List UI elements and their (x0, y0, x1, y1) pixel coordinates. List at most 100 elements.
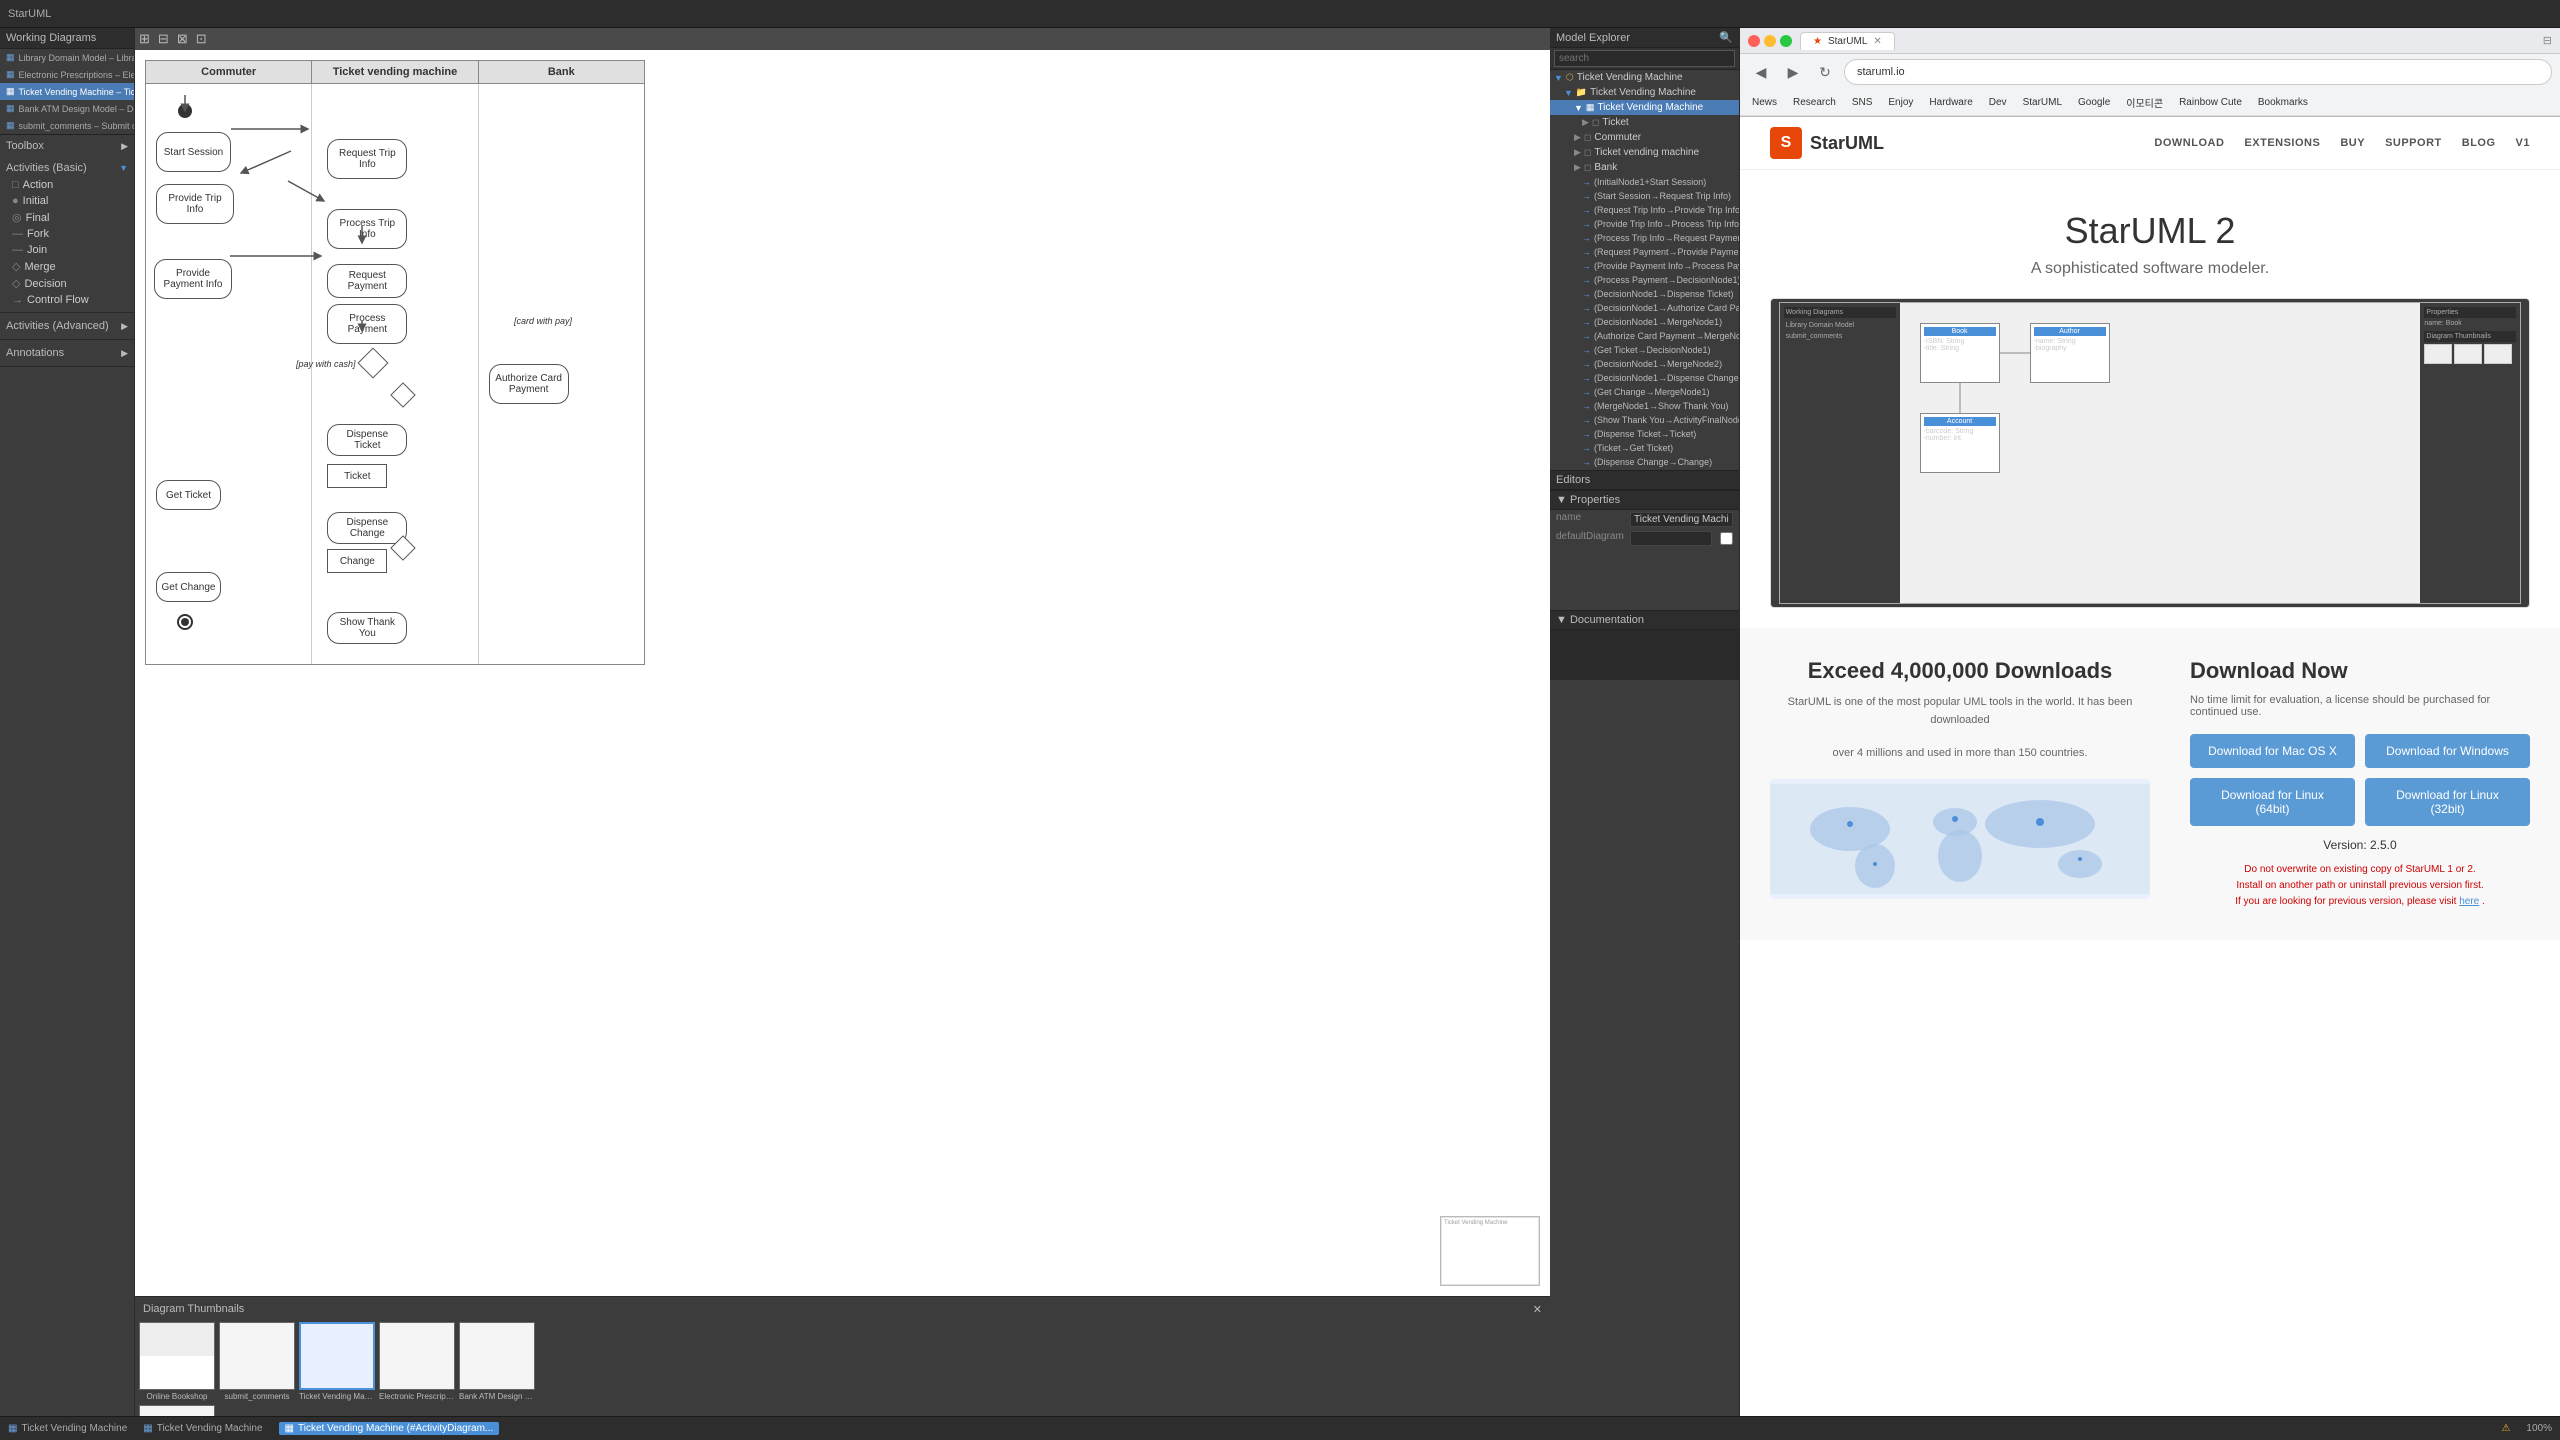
status-item-2[interactable]: ▦ Ticket Vending Machine (143, 1423, 262, 1434)
status-item-3[interactable]: ▦ Ticket Vending Machine (#ActivityDiagr… (279, 1422, 500, 1435)
tree-item-22[interactable]: → (Get Change→MergeNode1) (1550, 385, 1739, 399)
tree-item-8[interactable]: → (Start Session→Request Trip Info) (1550, 189, 1739, 203)
browser-reload-btn[interactable]: ↻ (1812, 59, 1838, 85)
browser-back-btn[interactable]: ◀ (1748, 59, 1774, 85)
documentation-textarea[interactable] (1550, 630, 1739, 680)
initial-node[interactable] (178, 104, 192, 118)
tree-item-20[interactable]: → (DecisionNode1→MergeNode2) (1550, 357, 1739, 371)
thumbnails-close[interactable]: ✕ (1533, 1303, 1542, 1316)
thumb-5[interactable]: Bank ATM Design Mode... (459, 1322, 535, 1401)
thumb-4[interactable]: Electronic Prescriptions (379, 1322, 455, 1401)
nav-v1[interactable]: V1 (2516, 137, 2530, 149)
merge-node-2[interactable] (394, 539, 412, 557)
bm-news[interactable]: News (1746, 95, 1783, 110)
nav-support[interactable]: SUPPORT (2385, 137, 2442, 149)
tree-item-14[interactable]: → (Process Payment→DecisionNode1) (1550, 273, 1739, 287)
bm-research[interactable]: Research (1787, 95, 1842, 110)
activities-basic-header[interactable]: Activities (Basic) ▼ (0, 159, 134, 177)
node-change[interactable]: Change (327, 549, 387, 573)
prop-default-checkbox[interactable] (1720, 531, 1733, 546)
tree-item-0[interactable]: ▼ ⬡ Ticket Vending Machine (1550, 70, 1739, 85)
bm-sns[interactable]: SNS (1846, 95, 1879, 110)
nav-extensions[interactable]: EXTENSIONS (2244, 137, 2320, 149)
canvas-icon-4[interactable]: ⊡ (196, 31, 207, 47)
btn-download-win[interactable]: Download for Windows (2365, 734, 2530, 768)
canvas-icon-2[interactable]: ⊟ (158, 31, 169, 47)
browser-url-input[interactable] (1844, 59, 2552, 85)
btn-download-mac[interactable]: Download for Mac OS X (2190, 734, 2355, 768)
canvas-icon-3[interactable]: ⊠ (177, 31, 188, 47)
tool-initial[interactable]: ● Initial (0, 193, 134, 209)
activities-advanced-header[interactable]: Activities (Advanced) ▶ (0, 317, 134, 335)
final-node[interactable] (177, 614, 193, 630)
tool-merge[interactable]: ◇ Merge (0, 258, 134, 275)
nav-download[interactable]: DOWNLOAD (2154, 137, 2224, 149)
node-get-ticket[interactable]: Get Ticket (156, 480, 221, 510)
decision-node-1[interactable] (362, 352, 384, 374)
browser-content[interactable]: S StarUML DOWNLOAD EXTENSIONS BUY SUPPOR… (1740, 117, 2560, 1416)
wd-item-5[interactable]: ▦ submit_comments – Submit comm... (0, 117, 134, 134)
status-item-1[interactable]: ▦ Ticket Vending Machine (8, 1423, 127, 1434)
tool-decision[interactable]: ◇ Decision (0, 275, 134, 292)
toolbox-header[interactable]: Toolbox ▶ (0, 137, 134, 155)
node-start-session[interactable]: Start Session (156, 132, 231, 172)
explorer-search-input[interactable] (1554, 50, 1735, 67)
bm-google[interactable]: Google (2072, 95, 2116, 110)
node-provide-payment-info[interactable]: Provide Payment Info (154, 259, 232, 299)
tree-item-16[interactable]: → (DecisionNode1→Authorize Card Payment) (1550, 301, 1739, 315)
bm-emoticon[interactable]: 이모티콘 (2120, 93, 2169, 112)
tree-item-10[interactable]: → (Provide Trip Info→Process Trip Info) (1550, 217, 1739, 231)
search-icon[interactable]: 🔍 (1719, 31, 1733, 44)
tool-action[interactable]: □ Action (0, 177, 134, 193)
node-show-thank-you[interactable]: Show Thank You (327, 612, 407, 644)
window-maximize[interactable] (1780, 35, 1792, 47)
node-dispense-ticket[interactable]: Dispense Ticket (327, 424, 407, 456)
bm-bookmarks[interactable]: Bookmarks (2252, 95, 2314, 110)
wd-item-1[interactable]: ▦ Library Domain Model – Library Do... (0, 49, 134, 66)
tool-join[interactable]: — Join (0, 242, 134, 258)
node-process-trip-info[interactable]: Process Trip Info (327, 209, 407, 249)
wd-item-2[interactable]: ▦ Electronic Prescriptions – Electron... (0, 66, 134, 83)
thumb-6[interactable]: Bank ATM State Model (139, 1405, 215, 1416)
tree-item-15[interactable]: → (DecisionNode1→Dispense Ticket) (1550, 287, 1739, 301)
warning-here-link[interactable]: here (2459, 896, 2479, 907)
browser-forward-btn[interactable]: ▶ (1780, 59, 1806, 85)
nav-blog[interactable]: BLOG (2462, 137, 2496, 149)
node-provide-trip-info[interactable]: Provide Trip Info (156, 184, 234, 224)
tool-control-flow[interactable]: → Control Flow (0, 292, 134, 308)
tree-item-23[interactable]: → (MergeNode1→Show Thank You) (1550, 399, 1739, 413)
browser-tab-close[interactable]: ✕ (1873, 36, 1881, 47)
nav-buy[interactable]: BUY (2340, 137, 2365, 149)
bm-staruml[interactable]: StarUML (2017, 95, 2068, 110)
diagram-canvas-area[interactable]: Commuter Ticket vending machine Bank Sta… (135, 50, 1550, 1296)
thumb-2[interactable]: submit_comments (219, 1322, 295, 1401)
wd-item-4[interactable]: ▦ Bank ATM Design Model – Design... (0, 100, 134, 117)
window-minimize[interactable] (1764, 35, 1776, 47)
thumb-1[interactable]: Online Bookshop (139, 1322, 215, 1401)
tree-item-24[interactable]: → (Show Thank You→ActivityFinalNode1) (1550, 413, 1739, 427)
bm-rainbow[interactable]: Rainbow Cute (2173, 95, 2248, 110)
tree-item-2[interactable]: ▼ ▦ Ticket Vending Machine (1550, 100, 1739, 115)
browser-tab[interactable]: ★ StarUML ✕ (1800, 32, 1895, 50)
tree-item-1[interactable]: ▼ 📁 Ticket Vending Machine (1550, 85, 1739, 100)
btn-download-linux32[interactable]: Download for Linux (32bit) (2365, 778, 2530, 826)
tree-item-25[interactable]: → (Dispense Ticket→Ticket) (1550, 427, 1739, 441)
merge-node-1[interactable] (394, 386, 412, 404)
tree-item-5[interactable]: ▶ ◻ Ticket vending machine (1550, 145, 1739, 160)
tree-item-26[interactable]: → (Ticket→Get Ticket) (1550, 441, 1739, 455)
canvas-icon-1[interactable]: ⊞ (139, 31, 150, 47)
tree-item-3[interactable]: ▶ ◻ Ticket (1550, 115, 1739, 130)
tool-fork[interactable]: — Fork (0, 226, 134, 242)
tree-item-4[interactable]: ▶ ◻ Commuter (1550, 130, 1739, 145)
tool-final[interactable]: ◎ Final (0, 209, 134, 226)
bm-dev[interactable]: Dev (1983, 95, 2013, 110)
bm-enjoy[interactable]: Enjoy (1882, 95, 1919, 110)
bm-hardware[interactable]: Hardware (1923, 95, 1978, 110)
tree-item-9[interactable]: → (Request Trip Info→Provide Trip Info) (1550, 203, 1739, 217)
tree-item-12[interactable]: → (Request Payment→Provide Payment Info) (1550, 245, 1739, 259)
node-ticket[interactable]: Ticket (327, 464, 387, 488)
tree-item-18[interactable]: → (Authorize Card Payment→MergeNode1) (1550, 329, 1739, 343)
tree-item-6[interactable]: ▶ ◻ Bank (1550, 160, 1739, 175)
window-close[interactable] (1748, 35, 1760, 47)
tree-item-7[interactable]: → (InitialNode1+Start Session) (1550, 175, 1739, 189)
